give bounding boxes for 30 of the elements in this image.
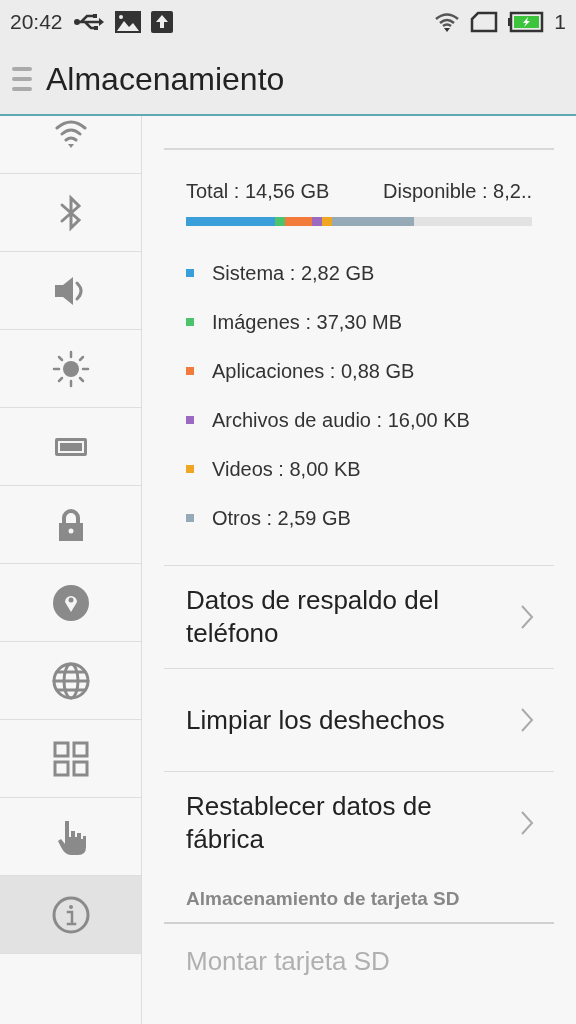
- upload-icon: [150, 11, 173, 33]
- chevron-right-icon: [520, 604, 534, 630]
- location-pin-icon: [50, 582, 91, 623]
- battery-level: 1: [554, 10, 566, 34]
- available-storage: Disponible : 8,2..: [383, 180, 532, 203]
- settings-row[interactable]: Restablecer datos de fábrica: [164, 771, 554, 874]
- usb-icon: [72, 13, 105, 31]
- sim-card-icon: [470, 11, 499, 33]
- legend-label: Sistema : 2,82 GB: [212, 261, 375, 285]
- image-icon: [114, 11, 141, 33]
- legend-label: Videos : 8,00 KB: [212, 457, 361, 481]
- settings-row[interactable]: Datos de respaldo del teléfono: [164, 565, 554, 668]
- menu-icon[interactable]: [12, 66, 32, 92]
- legend-label: Aplicaciones : 0,88 GB: [212, 359, 415, 383]
- wifi-signal-icon: [434, 12, 461, 32]
- brightness-icon: [50, 348, 91, 389]
- info-icon: [50, 894, 91, 935]
- legend-label: Imágenes : 37,30 MB: [212, 310, 403, 334]
- legend-label: Otros : 2,59 GB: [212, 506, 351, 530]
- total-storage: Total : 14,56 GB: [186, 180, 330, 203]
- legend-label: Archivos de audio : 16,00 KB: [212, 408, 470, 432]
- globe-icon: [50, 660, 91, 701]
- section-header: Almacenamiento de tarjeta SD: [164, 874, 554, 924]
- settings-row[interactable]: Limpiar los deshechos: [164, 668, 554, 771]
- chevron-right-icon: [520, 707, 534, 733]
- sidebar-item[interactable]: [0, 876, 141, 954]
- battery-charging-icon: [508, 11, 545, 33]
- page-title: Almacenamiento: [46, 60, 285, 98]
- clock: 20:42: [10, 10, 63, 34]
- chevron-right-icon: [520, 810, 534, 836]
